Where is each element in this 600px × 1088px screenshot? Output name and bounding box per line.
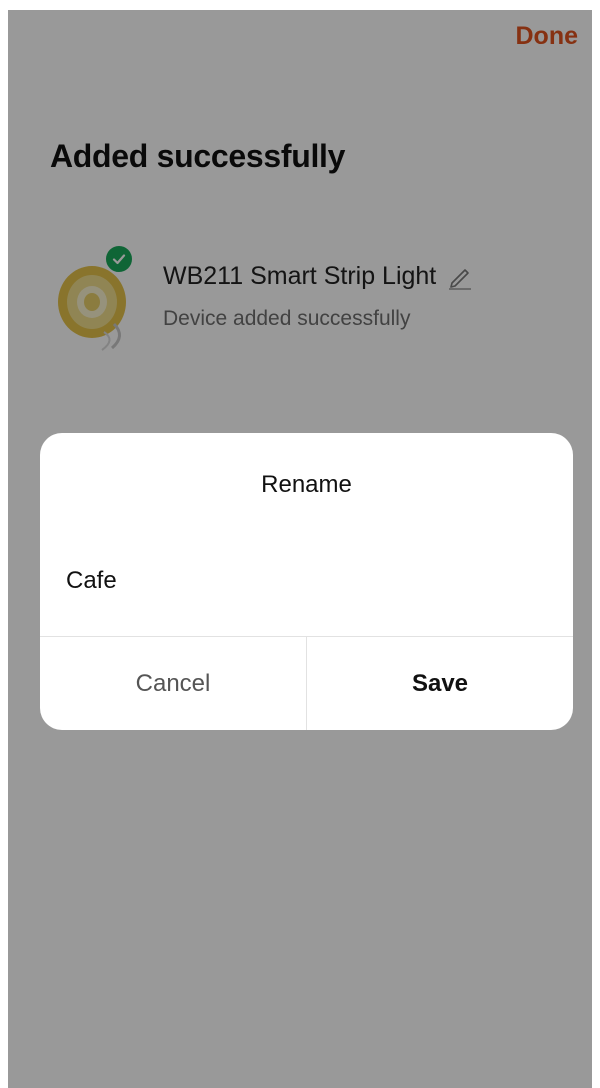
app-screen: Done Added successfully WB211 Smart Stri… (8, 10, 592, 1088)
save-button[interactable]: Save (307, 637, 573, 730)
cancel-button[interactable]: Cancel (40, 637, 306, 730)
dialog-title: Rename (261, 471, 352, 498)
rename-dialog: Rename Cancel Save (40, 433, 573, 730)
device-name-input[interactable] (66, 561, 546, 601)
